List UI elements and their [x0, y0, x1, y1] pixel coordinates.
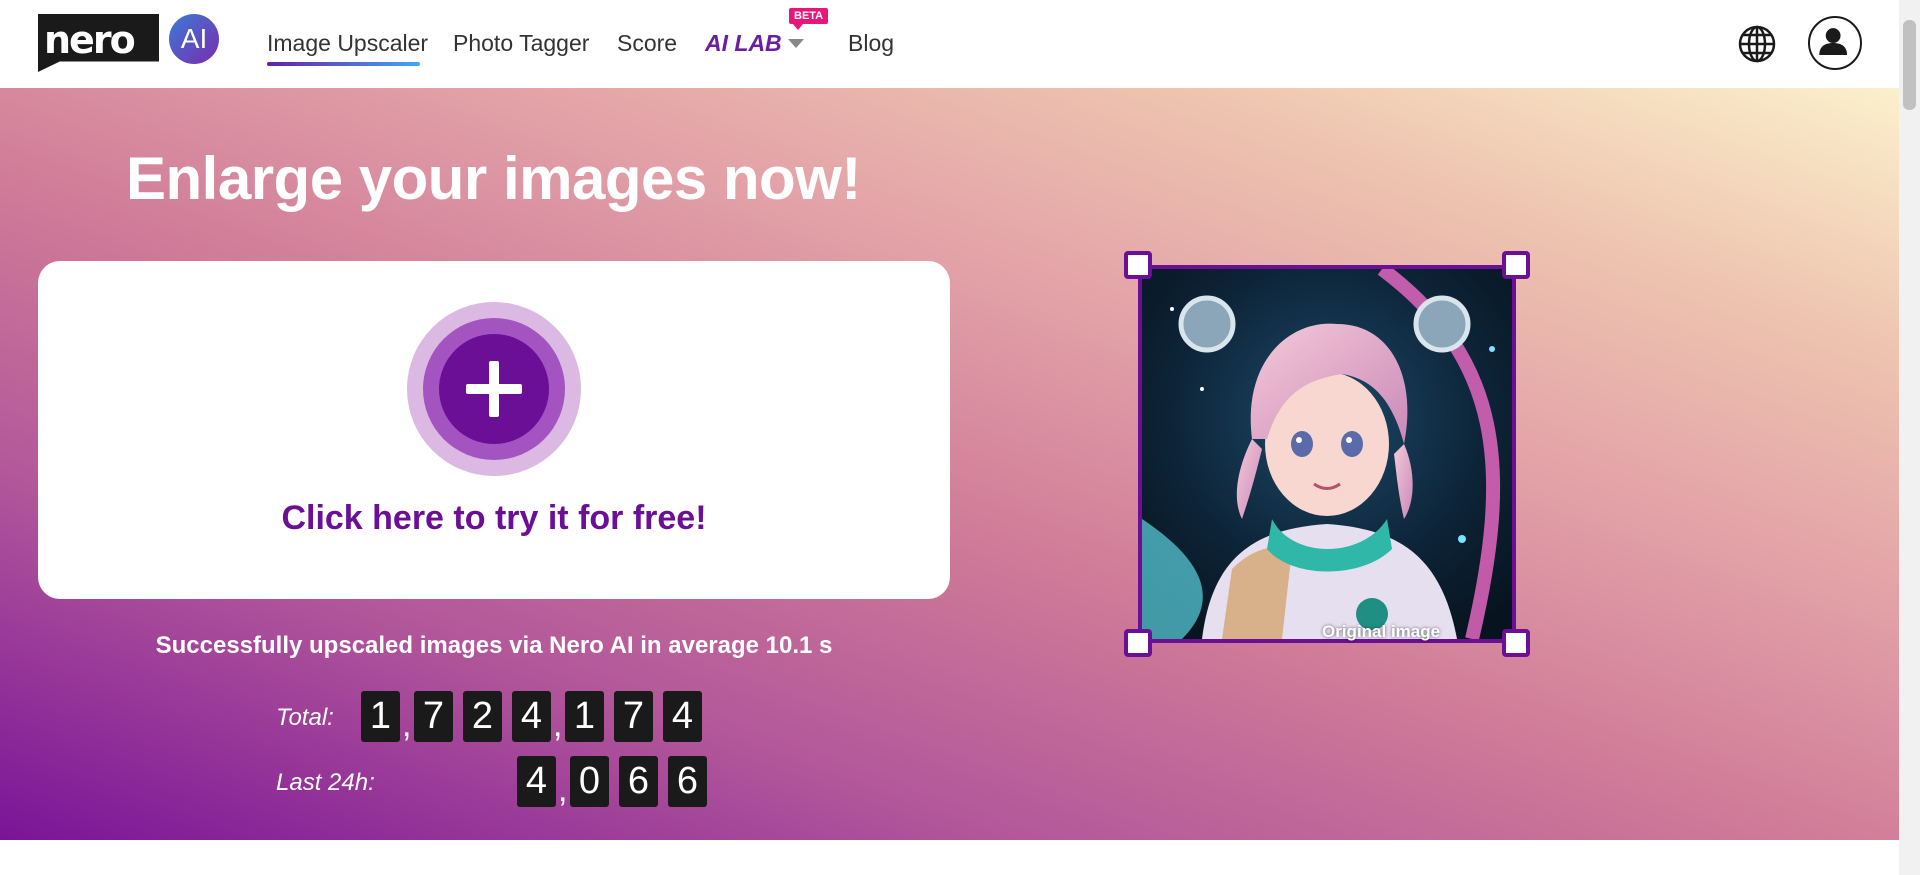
site-header: nero AI Image Upscaler Photo Tagger Scor… — [0, 0, 1899, 88]
plus-icon-bar — [466, 384, 522, 394]
counter-digit: 7 — [614, 691, 653, 742]
last-24h-label: Last 24h: — [276, 769, 375, 796]
resize-handle-top-left — [1124, 251, 1152, 279]
counter-separator: , — [553, 706, 563, 744]
sample-image-preview — [1138, 265, 1516, 643]
nav-blog[interactable]: Blog — [848, 30, 894, 57]
add-image-button[interactable] — [407, 302, 581, 476]
user-account-icon[interactable] — [1808, 16, 1862, 70]
counter-separator: , — [402, 706, 412, 744]
anime-astronaut-image — [1142, 269, 1512, 639]
resize-handle-bottom-right — [1502, 629, 1530, 657]
counter-digit: 0 — [570, 756, 609, 807]
plus-circle — [439, 334, 549, 444]
upload-card[interactable]: Click here to try it for free! — [38, 261, 950, 599]
ai-badge: AI — [169, 14, 219, 64]
nero-ai-logo[interactable]: nero AI — [38, 14, 219, 74]
try-free-link[interactable]: Click here to try it for free! — [38, 499, 950, 538]
nav-photo-tagger[interactable]: Photo Tagger — [453, 30, 589, 57]
counter-digit: 4 — [512, 691, 551, 742]
resize-handle-top-right — [1502, 251, 1530, 279]
counter-digit: 1 — [361, 691, 400, 742]
original-image-label: Original image — [1322, 622, 1441, 641]
nav-image-upscaler[interactable]: Image Upscaler — [267, 30, 428, 57]
counter-digit: 6 — [619, 756, 658, 807]
hero-title: Enlarge your images now! — [126, 145, 861, 212]
active-nav-underline — [267, 62, 420, 66]
total-label: Total: — [276, 704, 334, 731]
chevron-down-icon[interactable] — [788, 39, 804, 48]
resize-handle-bottom-left — [1124, 629, 1152, 657]
hero-section: Enlarge your images now! Click here to t… — [0, 88, 1899, 840]
counter-separator: , — [558, 771, 568, 809]
logo-text: nero — [44, 18, 136, 62]
stats-description: Successfully upscaled images via Nero AI… — [155, 632, 833, 659]
counter-digit: 2 — [463, 691, 502, 742]
counter-digit: 4 — [663, 691, 702, 742]
nav-ai-lab[interactable]: AI LAB — [705, 30, 782, 57]
plus-ring — [423, 318, 565, 460]
counter-digit: 7 — [414, 691, 453, 742]
total-counter: 1 , 7 2 4 , 1 7 4 — [361, 691, 702, 742]
scrollbar-thumb[interactable] — [1903, 20, 1916, 110]
counter-digit: 1 — [565, 691, 604, 742]
last-24h-counter: 4 , 0 6 6 — [517, 756, 707, 807]
nav-score[interactable]: Score — [617, 30, 677, 57]
beta-badge: BETA — [789, 8, 829, 30]
page-scrollbar[interactable] — [1899, 0, 1920, 875]
globe-icon[interactable] — [1737, 24, 1777, 64]
counter-digit: 4 — [517, 756, 556, 807]
counter-digit: 6 — [668, 756, 707, 807]
